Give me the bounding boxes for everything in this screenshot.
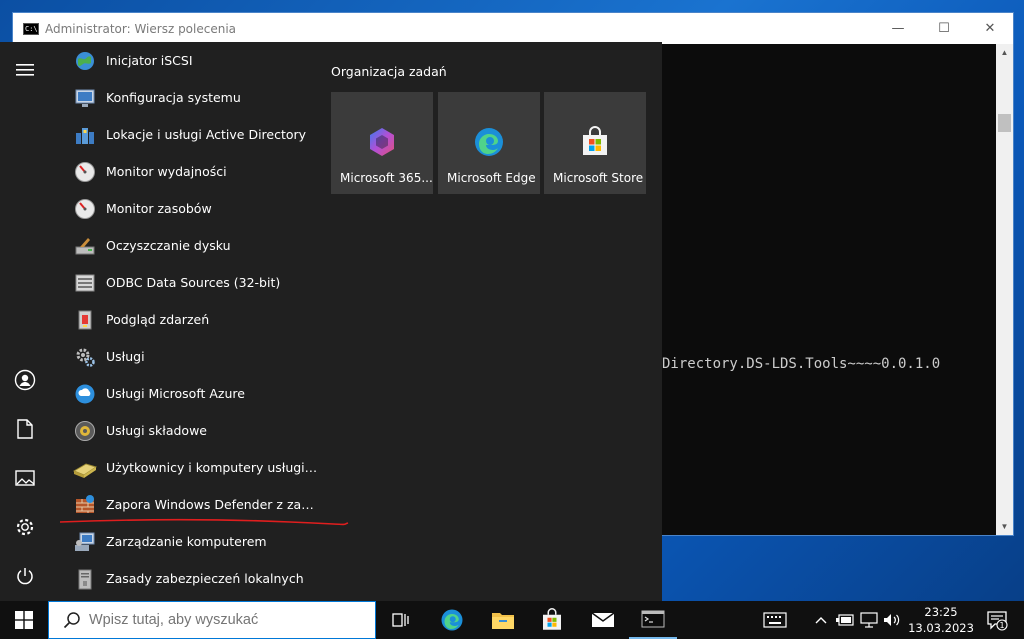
search-icon [63, 612, 80, 629]
console-output: Directory.DS-LDS.Tools~~~~0.0.1.0 [662, 356, 941, 372]
maximize-button[interactable]: ☐ [921, 13, 967, 44]
azure-icon [73, 382, 97, 406]
m365-icon [370, 128, 394, 156]
app-label: Usługi [106, 349, 145, 364]
app-label: Oczyszczanie dysku [106, 238, 231, 253]
power-icon[interactable] [0, 552, 50, 600]
local-security-policy-icon [73, 567, 97, 591]
app-item-disk-cleanup[interactable]: Oczyszczanie dysku [60, 227, 328, 264]
taskbar-store-icon[interactable] [528, 601, 576, 639]
disk-cleanup-icon [73, 234, 97, 258]
battery-icon[interactable] [834, 601, 856, 639]
ad-users-computers-icon [73, 456, 97, 480]
tile-label: Microsoft 365... [340, 171, 433, 185]
services-gear-icon [73, 345, 97, 369]
computer-management-icon [73, 530, 97, 554]
app-label: Lokacje i usługi Active Directory [106, 127, 307, 142]
notification-icon: 1 [987, 611, 1008, 631]
taskbar-clock[interactable]: 23:25 13.03.2023 [903, 604, 979, 636]
scroll-down-icon[interactable]: ▼ [996, 518, 1013, 535]
app-label: Monitor zasobów [106, 201, 212, 216]
app-label: Usługi składowe [106, 423, 207, 438]
app-label: Zapora Windows Defender z zabezpieczenia… [106, 497, 321, 512]
app-item-odbc-data-sources[interactable]: ODBC Data Sources (32-bit) [60, 264, 328, 301]
app-label: Usługi Microsoft Azure [106, 386, 245, 401]
action-center-button[interactable]: 1 [982, 601, 1012, 639]
app-item-component-services[interactable]: Usługi składowe [60, 412, 328, 449]
start-menu: Inicjator iSCSI Konfiguracja systemu Lok… [0, 42, 662, 601]
clock-date: 13.03.2023 [908, 621, 974, 635]
odbc-icon [73, 271, 97, 295]
notification-count: 1 [999, 621, 1004, 630]
taskbar-edge-icon[interactable] [428, 601, 476, 639]
search-input[interactable] [89, 612, 369, 628]
window-title: Administrator: Wiersz polecenia [45, 21, 237, 36]
settings-icon[interactable] [0, 503, 50, 551]
pictures-icon[interactable] [0, 454, 50, 502]
user-icon[interactable] [0, 356, 50, 404]
firewall-icon [73, 493, 97, 517]
app-label: Zasady zabezpieczeń lokalnych [106, 571, 304, 586]
file-explorer-icon[interactable] [479, 601, 527, 639]
network-icon[interactable] [858, 601, 880, 639]
tile-label: Microsoft Edge [447, 171, 536, 185]
red-annotation-underline [60, 518, 349, 526]
app-item-resource-monitor[interactable]: Monitor zasobów [60, 190, 328, 227]
app-item-ad-sites-services[interactable]: Lokacje i usługi Active Directory [60, 116, 328, 153]
tile-label: Microsoft Store [553, 171, 644, 185]
close-button[interactable]: ✕ [967, 13, 1013, 44]
taskbar-cmd-icon[interactable] [629, 601, 677, 639]
documents-icon[interactable] [0, 405, 50, 453]
app-label: Użytkownicy i komputery usługi Active Di… [106, 460, 321, 475]
tile-microsoft-store[interactable]: Microsoft Store [544, 92, 646, 194]
globe-icon [73, 49, 97, 73]
taskbar-search-box[interactable] [48, 601, 376, 639]
cmd-titlebar[interactable]: C:\ Administrator: Wiersz polecenia — ☐ … [13, 13, 1013, 44]
clock-time: 23:25 [924, 605, 958, 619]
edge-icon [475, 128, 503, 156]
windows-logo-icon [15, 611, 33, 629]
tile-microsoft-365[interactable]: Microsoft 365... [331, 92, 433, 194]
app-item-azure-services[interactable]: Usługi Microsoft Azure [60, 375, 328, 412]
app-label: Monitor wydajności [106, 164, 227, 179]
scroll-thumb[interactable] [998, 114, 1011, 132]
performance-monitor-icon [73, 160, 97, 184]
vertical-scrollbar[interactable]: ▲ ▼ [996, 44, 1013, 535]
minimize-button[interactable]: — [875, 13, 921, 44]
tile-microsoft-edge[interactable]: Microsoft Edge [438, 92, 540, 194]
app-label: Zarządzanie komputerem [106, 534, 267, 549]
volume-icon[interactable] [881, 601, 903, 639]
store-icon [583, 126, 607, 155]
scroll-up-icon[interactable]: ▲ [996, 44, 1013, 61]
app-item-local-security-policy[interactable]: Zasady zabezpieczeń lokalnych [60, 560, 328, 597]
cmd-app-icon: C:\ [23, 22, 39, 35]
app-label: ODBC Data Sources (32-bit) [106, 275, 281, 290]
keyboard-icon[interactable] [762, 601, 788, 639]
task-view-icon[interactable] [376, 601, 424, 639]
start-rail [0, 42, 50, 601]
tile-group-title: Organizacja zadań [331, 64, 447, 79]
ad-sites-icon [73, 123, 97, 147]
menu-icon[interactable] [0, 46, 50, 94]
taskbar: 23:25 13.03.2023 1 [0, 601, 1024, 639]
mail-icon[interactable] [579, 601, 627, 639]
app-item-system-configuration[interactable]: Konfiguracja systemu [60, 79, 328, 116]
app-item-performance-monitor[interactable]: Monitor wydajności [60, 153, 328, 190]
app-item-iscsi-initiator[interactable]: Inicjator iSCSI [60, 42, 328, 79]
app-label: Konfiguracja systemu [106, 90, 241, 105]
app-item-services[interactable]: Usługi [60, 338, 328, 375]
app-label: Inicjator iSCSI [106, 53, 193, 68]
start-button[interactable] [0, 601, 48, 639]
app-item-ad-users-computers[interactable]: Użytkownicy i komputery usługi Active Di… [60, 449, 328, 486]
component-services-icon [73, 419, 97, 443]
event-viewer-icon [73, 308, 97, 332]
chevron-up-icon[interactable] [810, 601, 832, 639]
system-config-icon [73, 86, 97, 110]
resource-monitor-icon [73, 197, 97, 221]
app-label: Podgląd zdarzeń [106, 312, 210, 327]
app-item-event-viewer[interactable]: Podgląd zdarzeń [60, 301, 328, 338]
